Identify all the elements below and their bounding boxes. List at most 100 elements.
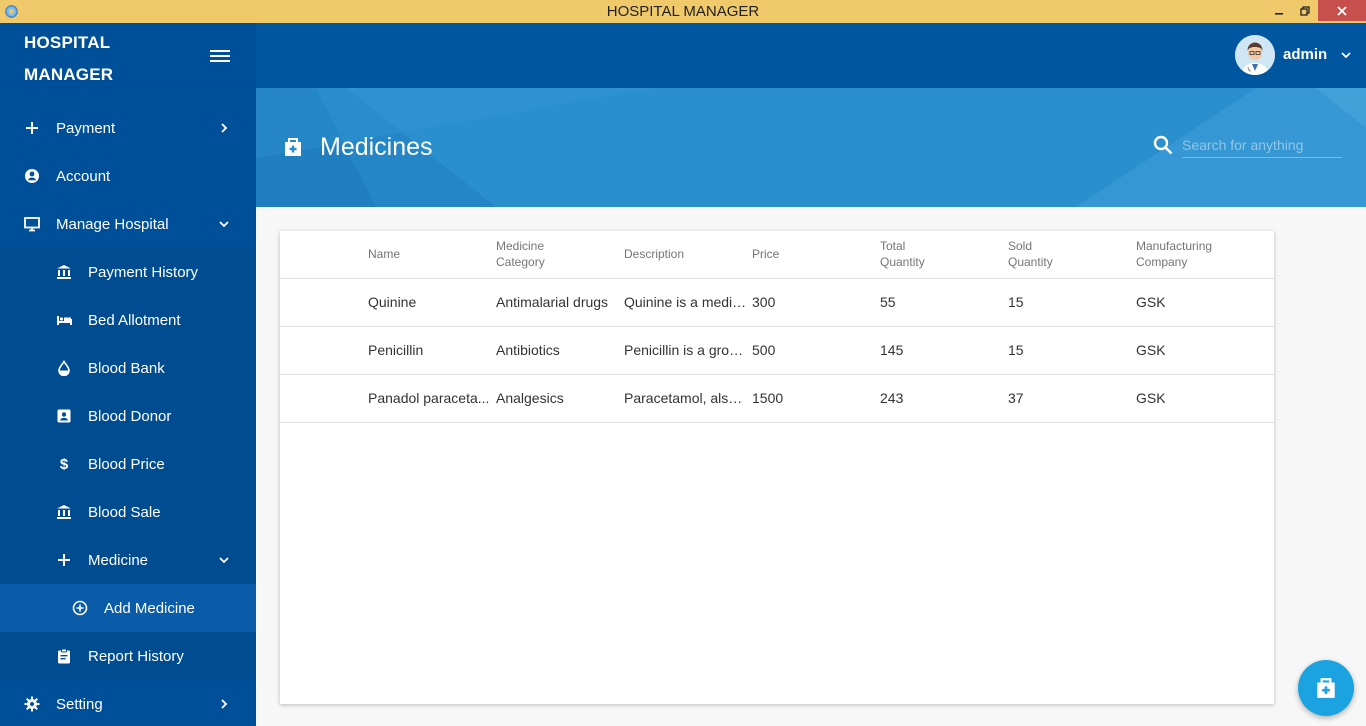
sidebar-item-label: Medicine [88, 551, 149, 569]
close-button[interactable] [1318, 0, 1366, 21]
sidebar-item-blood-sale[interactable]: Blood Sale [0, 488, 256, 536]
sidebar-item-label: Add Medicine [104, 599, 195, 617]
cell-description: Paracetamol, also ... [624, 374, 752, 423]
contact-card-icon [56, 408, 72, 424]
table-row[interactable]: Quinine Antimalarial drugs Quinine is a … [280, 278, 1274, 327]
cell-name: Panadol paraceta... [368, 374, 496, 423]
sidebar-item-add-medicine[interactable]: Add Medicine [0, 584, 256, 632]
brand: HOSPITAL MANAGER [0, 23, 256, 88]
menu-toggle-icon[interactable] [208, 47, 232, 65]
cell-total-quantity: 145 [880, 326, 1008, 375]
chevron-down-icon[interactable] [1338, 47, 1354, 63]
cell-sold-quantity: 15 [1008, 278, 1136, 327]
sidebar-item-medicine[interactable]: Medicine [0, 536, 256, 584]
sidebar-item-blood-donor[interactable]: Blood Donor [0, 392, 256, 440]
monitor-icon [24, 216, 40, 232]
column-header-description[interactable]: Description [624, 231, 752, 279]
sidebar-item-label: Blood Price [88, 455, 165, 473]
sidebar-item-label: Report History [88, 647, 184, 665]
sidebar: HOSPITAL MANAGER Payment Account Manage … [0, 23, 256, 726]
minimize-icon [1275, 12, 1283, 15]
sidebar-nav: Payment Account Manage Hospital Payment … [0, 104, 256, 726]
row-spacer [280, 374, 368, 423]
sidebar-item-account[interactable]: Account [0, 152, 256, 200]
medical-bag-icon [285, 138, 301, 156]
sidebar-item-label: Account [56, 167, 111, 185]
medicines-table-card: Name Medicine Category Description Price … [280, 231, 1274, 704]
top-header: admin [256, 23, 1366, 88]
cell-category: Antimalarial drugs [496, 278, 624, 327]
window-titlebar: HOSPITAL MANAGER [0, 0, 1366, 23]
cell-manufacturer: GSK [1136, 374, 1274, 423]
sidebar-item-report-history[interactable]: Report History [0, 632, 256, 680]
column-header-name[interactable]: Name [368, 231, 496, 279]
minimize-button[interactable] [1266, 0, 1292, 21]
sidebar-item-label: Manage Hospital [56, 215, 169, 233]
sidebar-item-label: Setting [56, 695, 103, 713]
table-header-spacer [280, 231, 368, 279]
user-name[interactable]: admin [1283, 46, 1327, 63]
clipboard-icon [56, 648, 72, 664]
plus-icon [56, 552, 72, 568]
search-input[interactable] [1182, 132, 1342, 158]
sidebar-item-label: Blood Bank [88, 359, 165, 377]
sidebar-item-manage-hospital[interactable]: Manage Hospital [0, 200, 256, 248]
row-spacer [280, 278, 368, 327]
sidebar-item-label: Payment [56, 119, 116, 137]
cell-sold-quantity: 15 [1008, 326, 1136, 375]
search-icon[interactable] [1152, 134, 1174, 156]
table-row[interactable]: Panadol paraceta... Analgesics Paracetam… [280, 374, 1274, 423]
sidebar-item-label: Blood Sale [88, 503, 161, 521]
medical-bag-icon [1317, 678, 1335, 698]
column-header-manufacturer[interactable]: Manufacturing Company [1136, 231, 1274, 279]
sidebar-item-blood-price[interactable]: $ Blood Price [0, 440, 256, 488]
cell-manufacturer: GSK [1136, 278, 1274, 327]
sidebar-item-setting[interactable]: Setting [0, 680, 256, 726]
account-circle-icon [24, 168, 40, 184]
page-banner: Medicines [256, 88, 1366, 207]
close-icon [1337, 5, 1347, 16]
sidebar-item-payment[interactable]: Payment [0, 104, 256, 152]
restore-button[interactable] [1292, 0, 1318, 21]
column-header-category[interactable]: Medicine Category [496, 231, 624, 279]
column-header-sold-quantity[interactable]: Sold Quantity [1008, 231, 1136, 279]
sidebar-item-label: Payment History [88, 263, 199, 281]
cell-price: 1500 [752, 374, 880, 423]
sidebar-item-payment-history[interactable]: Payment History [0, 248, 256, 296]
bank-icon [56, 504, 72, 520]
sidebar-item-label: Bed Allotment [88, 311, 181, 329]
cell-manufacturer: GSK [1136, 326, 1274, 375]
sidebar-item-label: Blood Donor [88, 407, 172, 425]
cell-description: Quinine is a medic... [624, 278, 752, 327]
sidebar-item-blood-bank[interactable]: Blood Bank [0, 344, 256, 392]
plus-icon [24, 120, 40, 136]
bank-icon [56, 264, 72, 280]
plus-circle-icon [72, 600, 88, 616]
cell-sold-quantity: 37 [1008, 374, 1136, 423]
page-title: Medicines [320, 133, 433, 161]
medicines-table: Name Medicine Category Description Price … [280, 231, 1274, 423]
chevron-down-icon [216, 552, 232, 568]
gear-icon [24, 696, 40, 712]
manage-hospital-submenu: Payment History Bed Allotment Blood Bank… [0, 248, 256, 680]
add-medicine-fab[interactable] [1298, 660, 1354, 716]
column-header-total-quantity[interactable]: Total Quantity [880, 231, 1008, 279]
column-header-price[interactable]: Price [752, 231, 880, 279]
sidebar-item-bed-allotment[interactable]: Bed Allotment [0, 296, 256, 344]
row-spacer [280, 326, 368, 375]
brand-name: HOSPITAL MANAGER [24, 27, 113, 91]
cell-total-quantity: 55 [880, 278, 1008, 327]
cell-price: 300 [752, 278, 880, 327]
drop-icon [56, 360, 72, 376]
table-row[interactable]: Penicillin Antibiotics Penicillin is a g… [280, 326, 1274, 375]
brand-line-2: MANAGER [24, 65, 114, 84]
cell-total-quantity: 243 [880, 374, 1008, 423]
dollar-icon: $ [59, 455, 69, 473]
cell-category: Analgesics [496, 374, 624, 423]
cell-description: Penicillin is a group... [624, 326, 752, 375]
chevron-right-icon [216, 696, 232, 712]
chevron-down-icon [216, 216, 232, 232]
bed-icon [56, 312, 72, 328]
brand-line-1: HOSPITAL [24, 33, 111, 52]
avatar[interactable] [1235, 35, 1275, 75]
